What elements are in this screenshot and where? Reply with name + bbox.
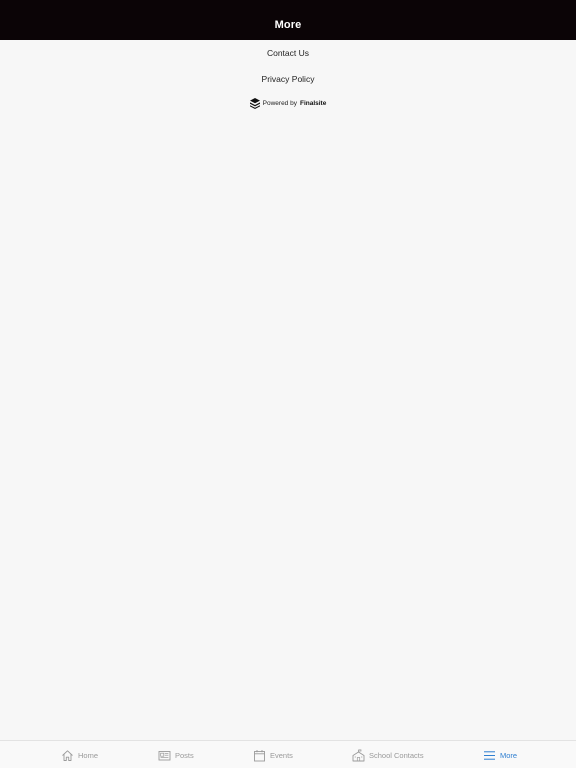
powered-by-label: Powered by — [262, 99, 297, 107]
menu-icon — [484, 750, 495, 760]
tab-events[interactable]: Events — [253, 747, 293, 763]
powered-by-finalsite[interactable]: Powered by Finalsite — [0, 97, 576, 109]
tab-home-label: Home — [78, 750, 99, 760]
bottom-tab-bar: Home Posts Events School Contacts More — [0, 740, 576, 768]
tab-posts-label: Posts — [175, 750, 194, 760]
app-root: More Contact Us Privacy Policy Powered b… — [0, 0, 576, 768]
tab-events-label: Events — [270, 750, 293, 760]
finalsite-logo-icon — [249, 97, 260, 109]
privacy-policy-link[interactable]: Privacy Policy — [0, 66, 576, 92]
tab-more[interactable]: More — [483, 747, 517, 763]
finalsite-brand-label: Finalsite — [299, 99, 327, 107]
tab-school-contacts-label: School Contacts — [369, 750, 424, 760]
tab-more-label: More — [500, 750, 518, 760]
posts-icon — [158, 750, 171, 760]
tab-posts[interactable]: Posts — [158, 747, 194, 763]
top-header: More — [0, 0, 576, 40]
school-contacts-icon — [352, 748, 365, 761]
tab-school-contacts[interactable]: School Contacts — [352, 747, 424, 763]
more-menu: Contact Us Privacy Policy — [0, 40, 576, 92]
tab-home[interactable]: Home — [61, 747, 98, 763]
page-title: More — [274, 19, 302, 31]
contact-us-link[interactable]: Contact Us — [0, 40, 576, 66]
calendar-icon — [254, 749, 265, 761]
home-icon — [62, 749, 73, 761]
